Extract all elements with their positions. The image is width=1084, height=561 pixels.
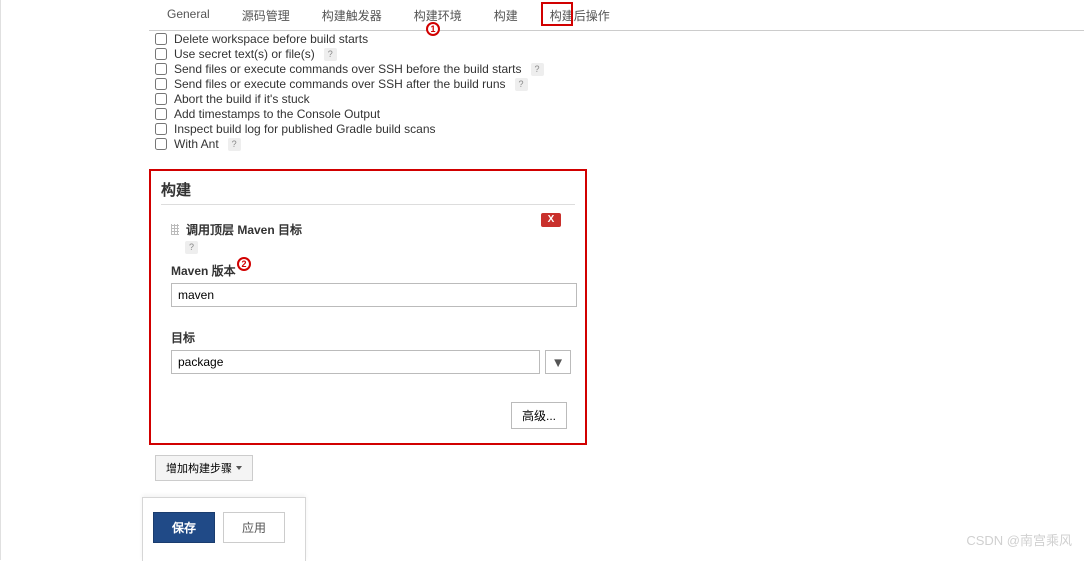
env-label: Use secret text(s) or file(s) [174,47,315,61]
config-tabs: General 源码管理 构建触发器 构建环境 构建 构建后操作 [149,3,1084,31]
apply-button[interactable]: 应用 [223,512,285,543]
checkbox[interactable] [155,108,167,120]
step-title: 调用顶层 Maven 目标 [171,221,571,238]
step-title-label: 调用顶层 Maven 目标 [186,221,302,238]
help-icon[interactable]: ? [515,78,528,91]
help-icon[interactable]: ? [531,63,544,76]
checkbox[interactable] [155,123,167,135]
delete-step-button[interactable]: X [541,213,561,227]
maven-step: X 调用顶层 Maven 目标 ? Maven 版本 maven 目标 ▼ 高级… [161,217,575,429]
watermark: CSDN @南宫乘风 [966,530,1072,549]
env-label: Send files or execute commands over SSH … [174,62,522,76]
goal-dropdown-button[interactable]: ▼ [545,350,571,374]
tab-env[interactable]: 构建环境 [404,3,472,30]
env-row[interactable]: Use secret text(s) or file(s) ? [149,46,1084,61]
tab-triggers[interactable]: 构建触发器 [312,3,392,30]
checkbox[interactable] [155,63,167,75]
env-row[interactable]: Abort the build if it's stuck [149,91,1084,106]
env-label: Add timestamps to the Console Output [174,107,380,121]
tab-scm[interactable]: 源码管理 [232,3,300,30]
checkbox[interactable] [155,138,167,150]
add-build-step-button[interactable]: 增加构建步骤 [155,455,253,481]
env-label: Delete workspace before build starts [174,32,368,46]
env-row[interactable]: Send files or execute commands over SSH … [149,61,1084,76]
env-row[interactable]: Inspect build log for published Gradle b… [149,121,1084,136]
help-icon[interactable]: ? [185,241,198,254]
env-row[interactable]: Delete workspace before build starts [149,31,1084,46]
chevron-down-icon [236,466,242,470]
build-section-title: 构建 [161,179,575,205]
help-icon[interactable]: ? [228,138,241,151]
env-options-list: Delete workspace before build starts Use… [149,31,1084,151]
help-icon[interactable]: ? [324,48,337,61]
checkbox[interactable] [155,33,167,45]
checkbox[interactable] [155,48,167,60]
chevron-down-icon: ▼ [552,355,565,370]
env-row[interactable]: Add timestamps to the Console Output [149,106,1084,121]
goal-label: 目标 [171,329,571,346]
maven-version-label: Maven 版本 [171,262,571,279]
tab-build[interactable]: 构建 [484,3,528,30]
maven-version-select[interactable]: maven [171,283,577,307]
add-step-label: 增加构建步骤 [166,460,232,476]
tab-postbuild[interactable]: 构建后操作 [540,3,620,30]
checkbox[interactable] [155,78,167,90]
tab-general[interactable]: General [157,3,220,30]
env-row[interactable]: Send files or execute commands over SSH … [149,76,1084,91]
build-section: 构建 X 调用顶层 Maven 目标 ? Maven 版本 maven 目标 ▼… [149,169,587,445]
env-label: Inspect build log for published Gradle b… [174,122,436,136]
checkbox[interactable] [155,93,167,105]
advanced-button[interactable]: 高级... [511,402,567,429]
drag-handle-icon[interactable] [171,224,179,235]
goal-input[interactable] [171,350,540,374]
save-button[interactable]: 保存 [153,512,215,543]
footer-actions: 保存 应用 [142,497,306,561]
env-label: With Ant [174,137,219,151]
env-label: Send files or execute commands over SSH … [174,77,506,91]
env-label: Abort the build if it's stuck [174,92,310,106]
env-row[interactable]: With Ant ? [149,136,1084,151]
